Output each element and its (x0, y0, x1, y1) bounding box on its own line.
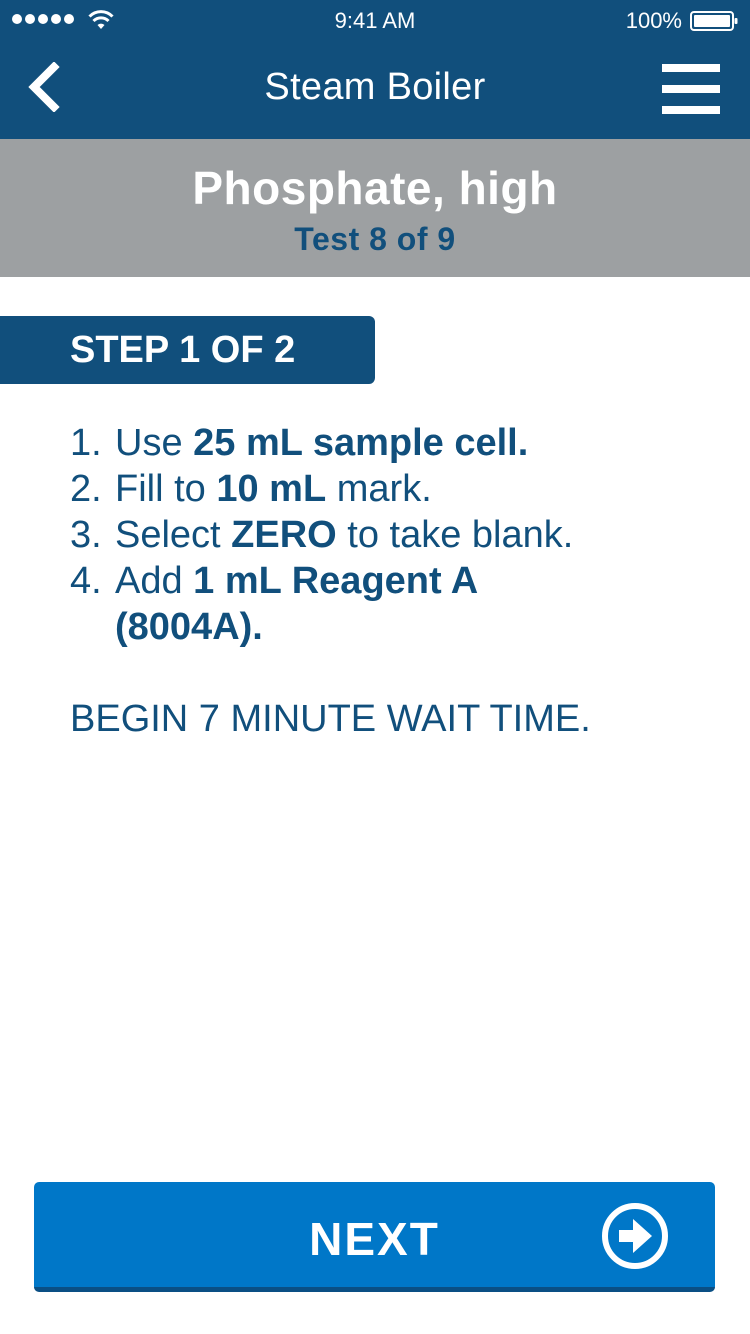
test-progress: Test 8 of 9 (294, 221, 456, 257)
nav-bar: Steam Boiler (0, 40, 750, 139)
list-item: 3. Select ZERO to take blank. (70, 514, 574, 556)
test-header: Phosphate, high Test 8 of 9 (0, 139, 750, 277)
instruction-list: 1. Use 25 mL sample cell. 2. Fill to 10 … (70, 420, 710, 650)
arrow-right-circle-icon (602, 1203, 668, 1269)
next-button[interactable]: NEXT (34, 1182, 715, 1292)
battery-percent: 100% (625, 8, 682, 33)
battery-icon (690, 11, 738, 31)
page-title: Steam Boiler (264, 66, 486, 108)
list-item: 1. Use 25 mL sample cell. (70, 422, 529, 464)
step-indicator: STEP 1 OF 2 (0, 316, 375, 384)
top-bar: 9:41 AM 100% Steam Boiler (0, 0, 750, 139)
list-item: 4. Add 1 mL Reagent A (70, 560, 479, 602)
list-item-continuation: (8004A). (115, 606, 263, 648)
wait-note: BEGIN 7 MINUTE WAIT TIME. (70, 698, 591, 740)
screen: 9:41 AM 100% Steam Boiler Phosphate, hig… (0, 0, 750, 1334)
list-item: 2. Fill to 10 mL mark. (70, 468, 432, 510)
hamburger-menu-icon[interactable] (662, 64, 722, 114)
test-name: Phosphate, high (192, 162, 558, 214)
status-bar: 9:41 AM 100% (0, 0, 750, 40)
